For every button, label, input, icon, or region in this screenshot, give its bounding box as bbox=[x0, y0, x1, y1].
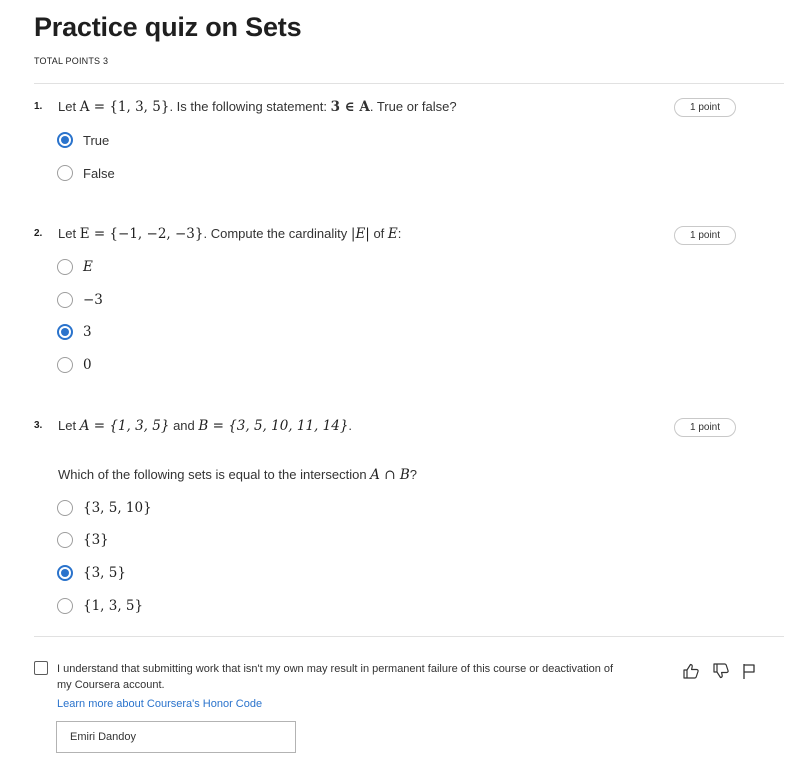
radio-button[interactable] bbox=[57, 357, 73, 373]
radio-button[interactable] bbox=[57, 292, 73, 308]
question-2-option-3[interactable]: 3 bbox=[57, 323, 92, 341]
question-2-points-badge: 1 point bbox=[674, 226, 736, 245]
honor-code-link[interactable]: Learn more about Coursera's Honor Code bbox=[57, 698, 262, 710]
radio-button[interactable] bbox=[57, 532, 73, 548]
option-label: {1, 3, 5} bbox=[83, 598, 144, 614]
radio-button[interactable] bbox=[57, 132, 73, 148]
divider bbox=[34, 636, 784, 637]
option-label: −3 bbox=[83, 292, 103, 308]
question-2-text: Let E = {−1, −2, −3}. Compute the cardin… bbox=[58, 226, 402, 242]
option-label: {3, 5, 10} bbox=[83, 500, 152, 516]
divider bbox=[34, 83, 784, 84]
radio-button[interactable] bbox=[57, 565, 73, 581]
question-2-option-4[interactable]: 0 bbox=[57, 356, 92, 374]
question-3-option-3[interactable]: {3, 5} bbox=[57, 564, 126, 582]
question-1-option-true[interactable]: True bbox=[57, 131, 109, 149]
legal-name-input[interactable]: Emiri Dandoy bbox=[56, 721, 296, 753]
flag-icon[interactable] bbox=[740, 662, 758, 680]
radio-button[interactable] bbox=[57, 165, 73, 181]
option-label: False bbox=[83, 165, 115, 181]
question-1-text: Let A = {1, 3, 5}. Is the following stat… bbox=[58, 99, 457, 115]
total-points: TOTAL POINTS 3 bbox=[34, 56, 109, 66]
honor-code-checkbox[interactable] bbox=[34, 661, 48, 675]
question-3-option-2[interactable]: {3} bbox=[57, 531, 109, 549]
question-1-option-false[interactable]: False bbox=[57, 164, 115, 182]
thumbs-down-icon[interactable] bbox=[712, 662, 730, 680]
option-label: 0 bbox=[83, 357, 92, 373]
thumbs-up-icon[interactable] bbox=[682, 662, 700, 680]
question-1-points-badge: 1 point bbox=[674, 98, 736, 117]
question-1-number: 1. bbox=[34, 101, 43, 112]
option-label: {3} bbox=[83, 532, 109, 548]
option-label: 3 bbox=[83, 324, 92, 340]
question-3-points-badge: 1 point bbox=[674, 418, 736, 437]
question-2-option-1[interactable]: E bbox=[57, 258, 93, 276]
question-3-number: 3. bbox=[34, 420, 43, 431]
question-3-text: Let A = {1, 3, 5} and B = {3, 5, 10, 11,… bbox=[58, 418, 353, 434]
question-3-subprompt: Which of the following sets is equal to … bbox=[58, 467, 417, 483]
radio-button[interactable] bbox=[57, 324, 73, 340]
radio-button[interactable] bbox=[57, 259, 73, 275]
question-2-option-2[interactable]: −3 bbox=[57, 291, 103, 309]
page-title: Practice quiz on Sets bbox=[34, 12, 302, 42]
honor-code-statement: I understand that submitting work that i… bbox=[57, 663, 614, 691]
question-3-option-1[interactable]: {3, 5, 10} bbox=[57, 499, 152, 517]
option-label: {3, 5} bbox=[83, 565, 126, 581]
question-2-number: 2. bbox=[34, 228, 43, 239]
radio-button[interactable] bbox=[57, 598, 73, 614]
question-3-option-4[interactable]: {1, 3, 5} bbox=[57, 597, 143, 615]
option-label: True bbox=[83, 132, 110, 148]
radio-button[interactable] bbox=[57, 500, 73, 516]
option-label: E bbox=[83, 259, 93, 275]
